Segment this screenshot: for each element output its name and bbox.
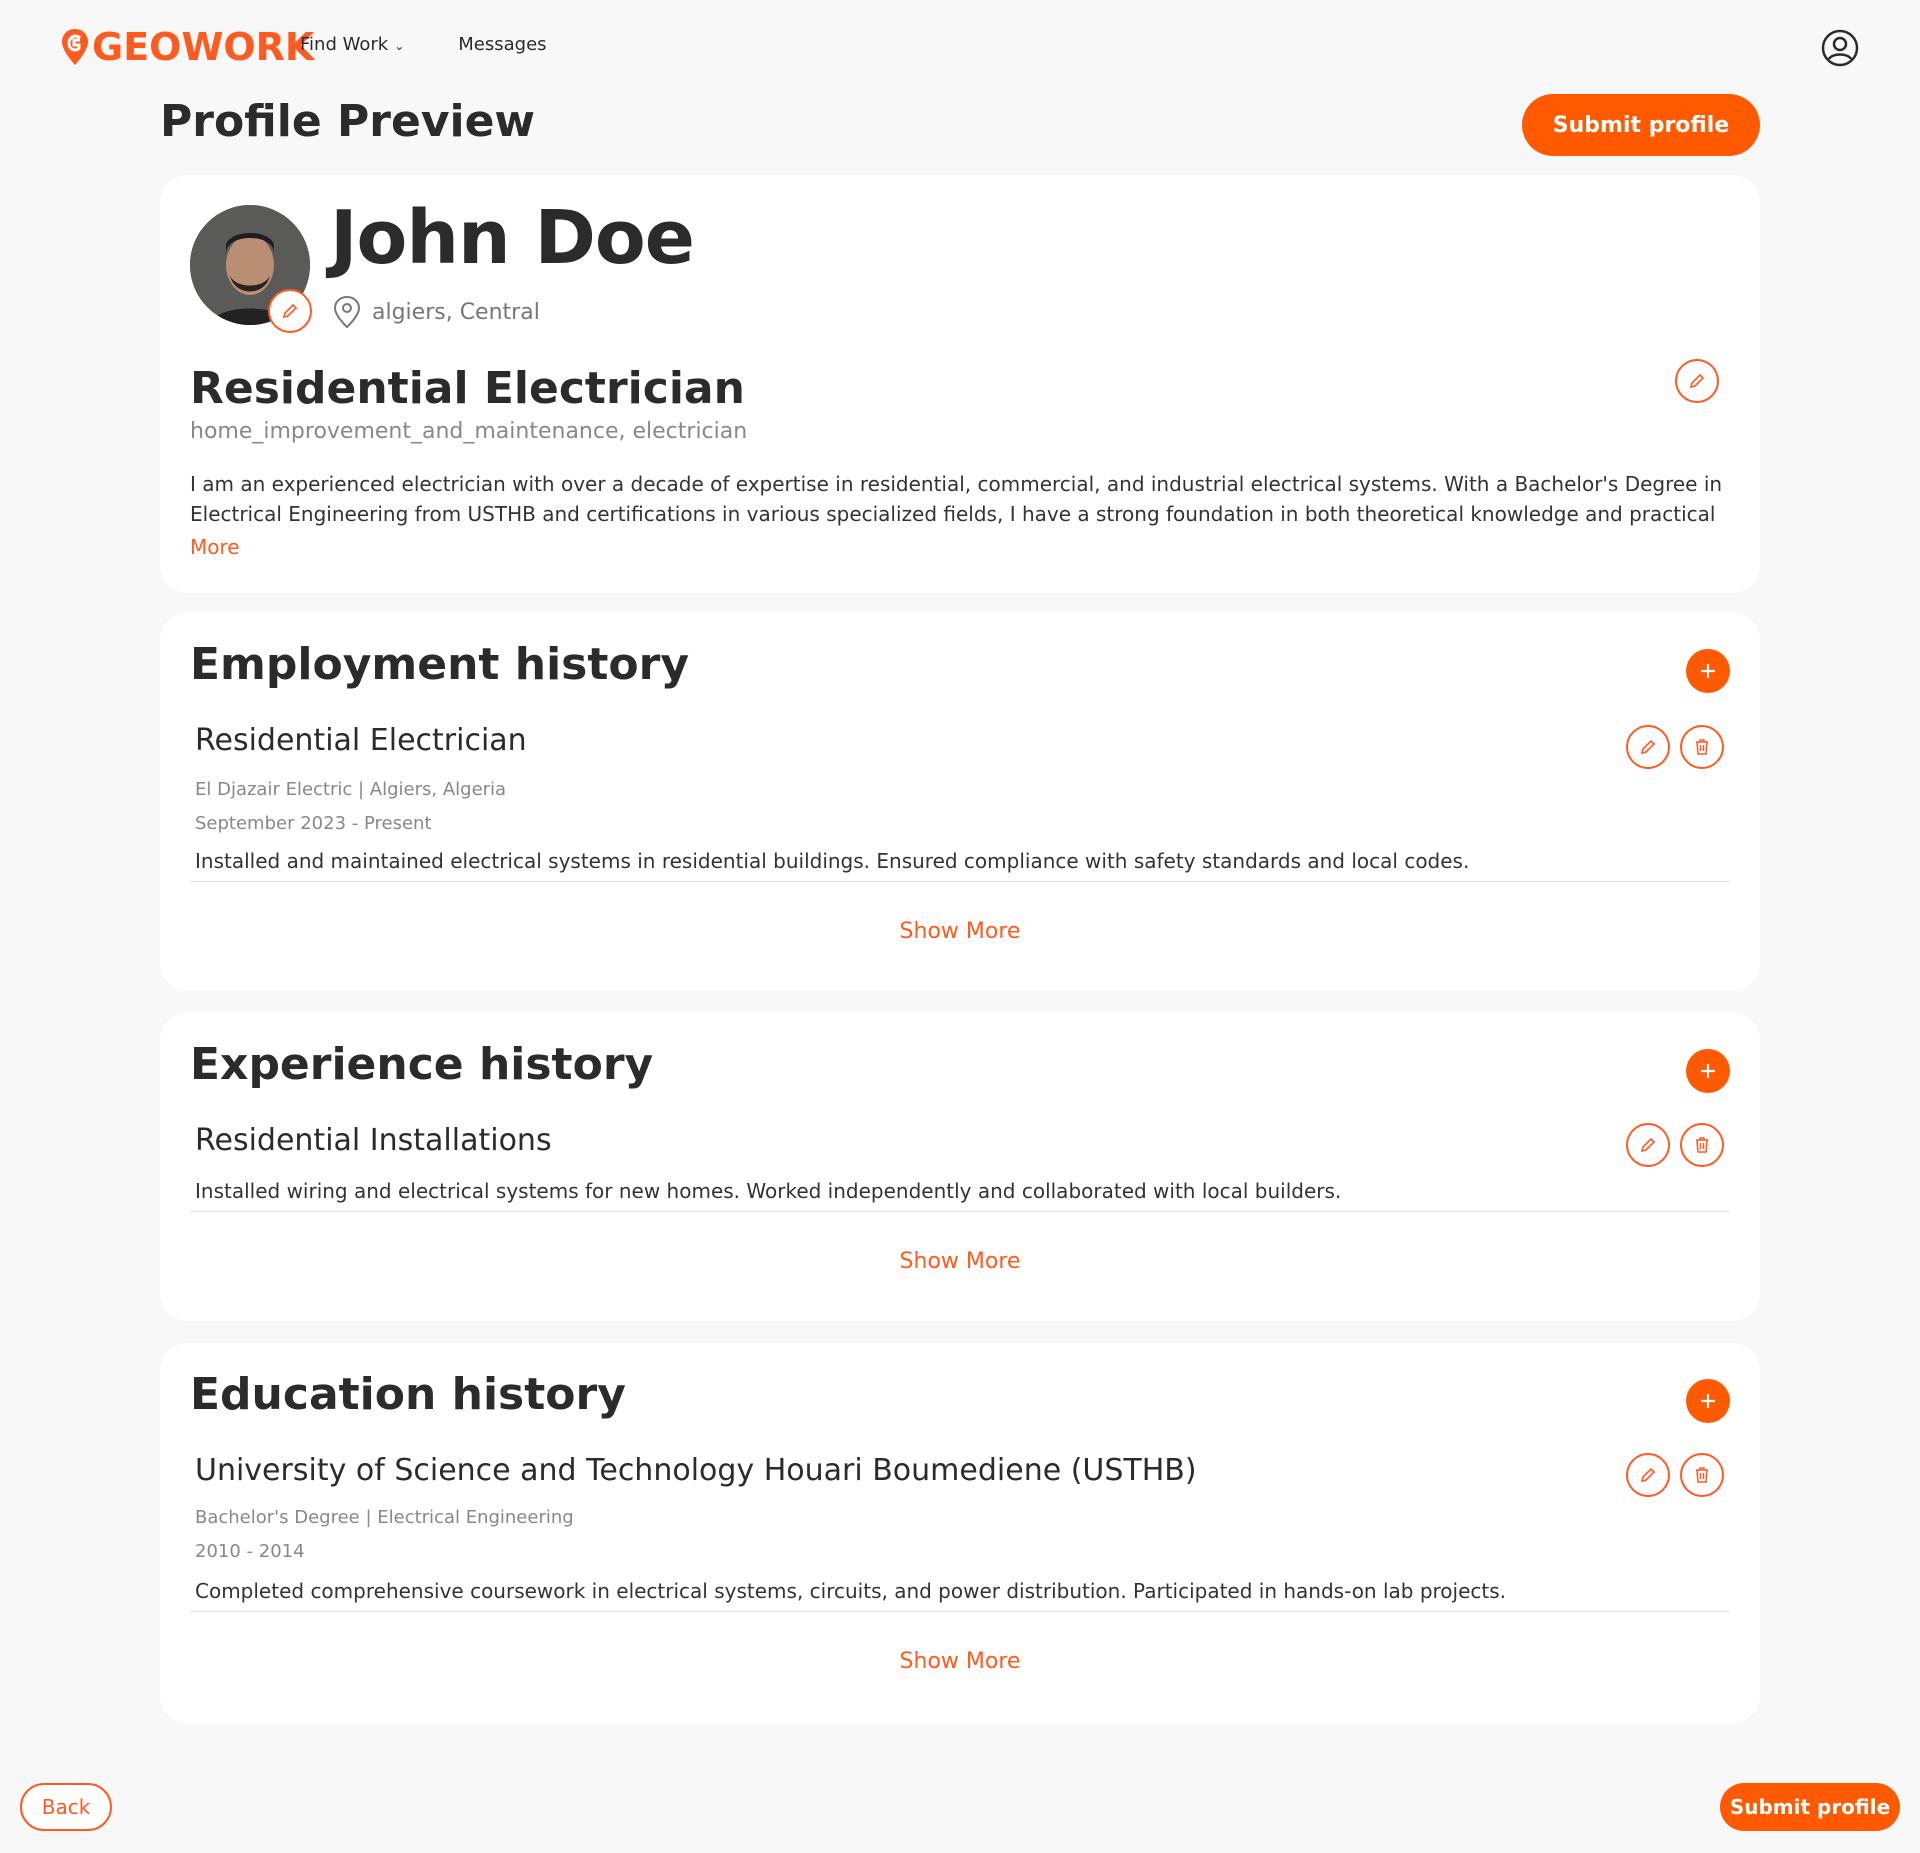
education-entry-title: University of Science and Technology Hou… xyxy=(195,1453,1197,1488)
delete-experience-button[interactable] xyxy=(1680,1123,1724,1167)
employment-entry-title: Residential Electrician xyxy=(195,723,527,758)
employment-history-card: Employment history Residential Electrici… xyxy=(160,613,1760,991)
profile-tags: home_improvement_and_maintenance, electr… xyxy=(190,419,748,444)
edit-experience-button[interactable] xyxy=(1626,1123,1670,1167)
bio-more-link[interactable]: More xyxy=(190,535,240,559)
trash-icon xyxy=(1696,1137,1708,1153)
main-nav: Find Work ⌄ Messages xyxy=(300,34,547,55)
experience-show-more[interactable]: Show More xyxy=(160,1249,1760,1274)
profile-job-title: Residential Electrician xyxy=(190,363,745,414)
nav-find-work-label: Find Work xyxy=(300,34,389,55)
nav-messages[interactable]: Messages xyxy=(458,34,546,55)
geowork-logo[interactable]: GEOWORK xyxy=(60,22,314,72)
pencil-icon xyxy=(1689,373,1705,389)
add-education-button[interactable] xyxy=(1686,1379,1730,1423)
employment-show-more[interactable]: Show More xyxy=(160,919,1760,944)
experience-history-card: Experience history Residential Installat… xyxy=(160,1013,1760,1321)
logo-text: GEOWORK xyxy=(92,25,315,69)
add-experience-button[interactable] xyxy=(1686,1049,1730,1093)
profile-bio: I am an experienced electrician with ove… xyxy=(190,472,1723,526)
education-divider xyxy=(190,1611,1730,1612)
education-entry-dates: 2010 - 2014 xyxy=(195,1541,305,1562)
edit-job-title-button[interactable] xyxy=(1675,359,1719,403)
plus-icon xyxy=(1701,1394,1715,1408)
delete-employment-button[interactable] xyxy=(1680,725,1724,769)
experience-entry-description: Installed wiring and electrical systems … xyxy=(195,1179,1342,1203)
education-show-more[interactable]: Show More xyxy=(160,1649,1760,1674)
employment-entry-company: El Djazair Electric | Algiers, Algeria xyxy=(195,779,507,800)
user-circle-icon xyxy=(1821,29,1859,67)
employment-section-title: Employment history xyxy=(190,639,689,690)
pencil-icon xyxy=(282,303,298,319)
pencil-icon xyxy=(1640,1137,1656,1153)
edit-avatar-button[interactable] xyxy=(268,289,312,333)
plus-icon xyxy=(1701,664,1715,678)
back-button[interactable]: Back xyxy=(20,1783,112,1831)
profile-location: algiers, Central xyxy=(332,295,540,329)
top-navbar: GEOWORK Find Work ⌄ Messages xyxy=(0,0,1920,92)
add-employment-button[interactable] xyxy=(1686,649,1730,693)
education-section-title: Education history xyxy=(190,1369,626,1420)
submit-profile-button-bottom[interactable]: Submit profile xyxy=(1720,1783,1900,1831)
pencil-icon xyxy=(1640,739,1656,755)
employment-entry-description: Installed and maintained electrical syst… xyxy=(195,849,1470,873)
delete-education-button[interactable] xyxy=(1680,1453,1724,1497)
nav-find-work[interactable]: Find Work ⌄ xyxy=(300,34,404,55)
chevron-down-icon: ⌄ xyxy=(394,38,405,53)
employment-entry-dates: September 2023 - Present xyxy=(195,813,432,834)
edit-education-button[interactable] xyxy=(1626,1453,1670,1497)
experience-divider xyxy=(190,1211,1730,1212)
trash-icon xyxy=(1696,739,1708,755)
profile-location-text: algiers, Central xyxy=(372,299,540,325)
education-history-card: Education history University of Science … xyxy=(160,1343,1760,1723)
plus-icon xyxy=(1701,1064,1715,1078)
experience-entry-title: Residential Installations xyxy=(195,1123,552,1158)
pencil-icon xyxy=(1640,1467,1656,1483)
submit-profile-button-top[interactable]: Submit profile xyxy=(1522,94,1760,156)
edit-employment-button[interactable] xyxy=(1626,725,1670,769)
page-title: Profile Preview xyxy=(160,96,536,147)
map-pin-icon xyxy=(333,295,361,329)
logo-pin-icon xyxy=(62,29,88,65)
profile-card: John Doe algiers, Central Residential El… xyxy=(160,175,1760,593)
experience-section-title: Experience history xyxy=(190,1039,654,1090)
education-entry-description: Completed comprehensive coursework in el… xyxy=(195,1579,1507,1603)
profile-name: John Doe xyxy=(330,195,695,281)
trash-icon xyxy=(1696,1467,1708,1483)
nav-messages-label: Messages xyxy=(458,34,547,55)
employment-divider xyxy=(190,881,1730,882)
user-account-button[interactable] xyxy=(1820,28,1860,68)
education-entry-degree: Bachelor's Degree | Electrical Engineeri… xyxy=(195,1507,574,1528)
